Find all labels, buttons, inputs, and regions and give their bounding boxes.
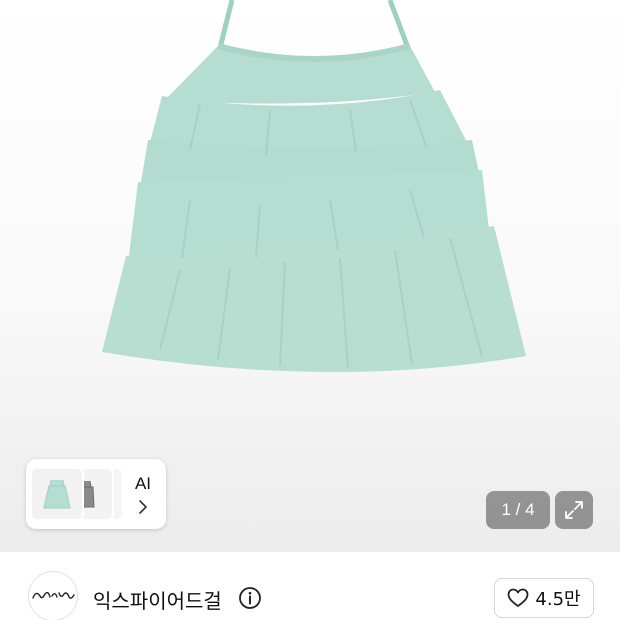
like-count: 4.5만 — [535, 589, 581, 610]
expand-icon — [565, 501, 583, 519]
expand-button[interactable] — [555, 491, 593, 529]
heart-icon — [508, 588, 529, 607]
product-image-gallery[interactable]: AI 1 / 4 — [0, 0, 620, 552]
similar-thumbnails — [26, 459, 126, 529]
mint-camisole-thumb-icon — [30, 467, 84, 521]
chevron-right-icon — [139, 500, 147, 514]
product-image — [102, 0, 526, 373]
info-icon[interactable] — [238, 586, 262, 610]
brand-logo[interactable] — [28, 571, 78, 620]
like-button[interactable]: 4.5만 — [494, 578, 594, 618]
similar-items-card[interactable]: AI — [26, 459, 166, 529]
ai-label: AI — [134, 474, 152, 493]
brand-logo-mark — [32, 591, 75, 599]
page-indicator: 1 / 4 — [486, 491, 550, 529]
brand-name[interactable]: 익스파이어드걸 — [93, 585, 222, 614]
